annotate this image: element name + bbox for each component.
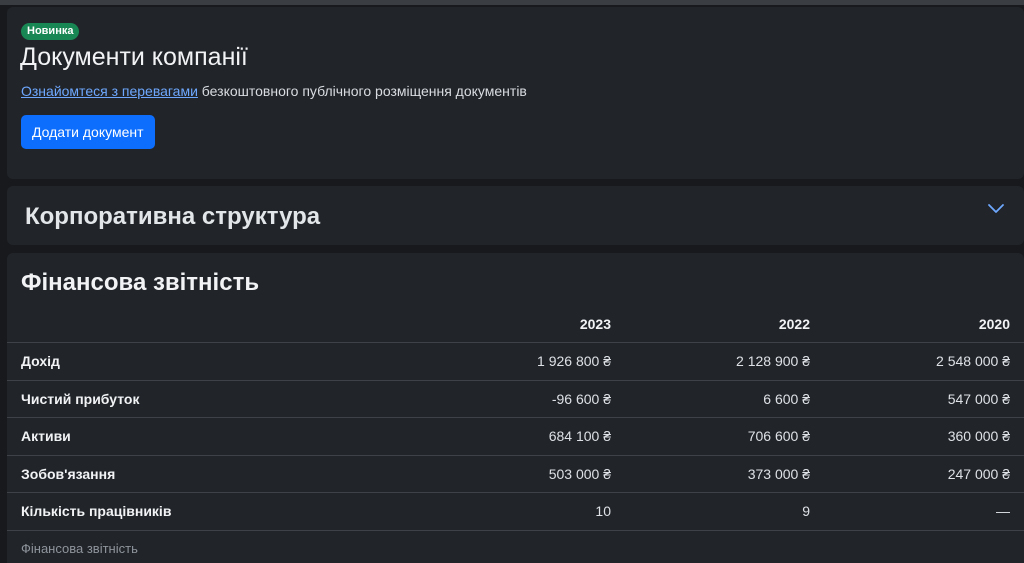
cell-value: 6 600 ₴ — [625, 380, 824, 418]
header-year: 2022 — [625, 305, 824, 343]
cell-value: 706 600 ₴ — [625, 417, 824, 456]
table-header-row: 2023 2022 2020 — [7, 305, 1024, 343]
benefits-link[interactable]: Ознайомтеся з перевагами — [21, 83, 198, 99]
cell-value: 9 — [625, 492, 824, 531]
cell-value: 684 100 ₴ — [426, 417, 625, 456]
cell-value: 2 548 000 ₴ — [824, 342, 1024, 381]
cell-value: -96 600 ₴ — [426, 380, 625, 418]
top-border — [0, 0, 1024, 5]
table-row: Дохід 1 926 800 ₴ 2 128 900 ₴ 2 548 000 … — [7, 342, 1024, 381]
documents-title: Документи компанії — [20, 43, 248, 71]
financial-statements-card: Фінансова звітність 2023 2022 2020 Дохід… — [7, 253, 1024, 563]
cell-value: — — [824, 492, 1024, 531]
financial-table: 2023 2022 2020 Дохід 1 926 800 ₴ 2 128 9… — [7, 305, 1024, 531]
financial-title: Фінансова звітність — [21, 269, 260, 296]
table-row: Кількість працівників 10 9 — — [7, 492, 1024, 531]
table-row: Зобов'язання 503 000 ₴ 373 000 ₴ 247 000… — [7, 455, 1024, 493]
cell-value: 503 000 ₴ — [426, 455, 625, 493]
corporate-structure-title: Корпоративна структура — [25, 203, 321, 230]
cell-value: 360 000 ₴ — [824, 417, 1024, 456]
header-year: 2020 — [824, 305, 1024, 343]
row-label: Чистий прибуток — [7, 380, 426, 418]
table-row: Чистий прибуток -96 600 ₴ 6 600 ₴ 547 00… — [7, 380, 1024, 418]
cell-value: 547 000 ₴ — [824, 380, 1024, 418]
cell-value: 10 — [426, 492, 625, 531]
row-label: Кількість працівників — [7, 492, 426, 531]
corporate-structure-accordion[interactable]: Корпоративна структура — [7, 186, 1024, 245]
table-row: Активи 684 100 ₴ 706 600 ₴ 360 000 ₴ — [7, 417, 1024, 456]
row-label: Дохід — [7, 342, 426, 381]
row-label: Активи — [7, 417, 426, 456]
header-empty — [7, 305, 426, 343]
add-document-button[interactable]: Додати документ — [21, 115, 155, 149]
header-year: 2023 — [426, 305, 625, 343]
cell-value: 2 128 900 ₴ — [625, 342, 824, 381]
financial-caption: Фінансова звітність — [21, 541, 138, 556]
documents-description-text: безкоштовного публічного розміщення доку… — [197, 83, 527, 99]
new-badge: Новинка — [21, 23, 80, 40]
row-label: Зобов'язання — [7, 455, 426, 493]
cell-value: 247 000 ₴ — [824, 455, 1024, 493]
company-documents-card: Новинка Документи компанії Ознайомтеся з… — [7, 7, 1024, 179]
cell-value: 1 926 800 ₴ — [426, 342, 625, 381]
documents-description: Ознайомтеся з перевагами безкоштовного п… — [21, 83, 527, 99]
chevron-down-icon[interactable] — [986, 202, 1006, 216]
cell-value: 373 000 ₴ — [625, 455, 824, 493]
